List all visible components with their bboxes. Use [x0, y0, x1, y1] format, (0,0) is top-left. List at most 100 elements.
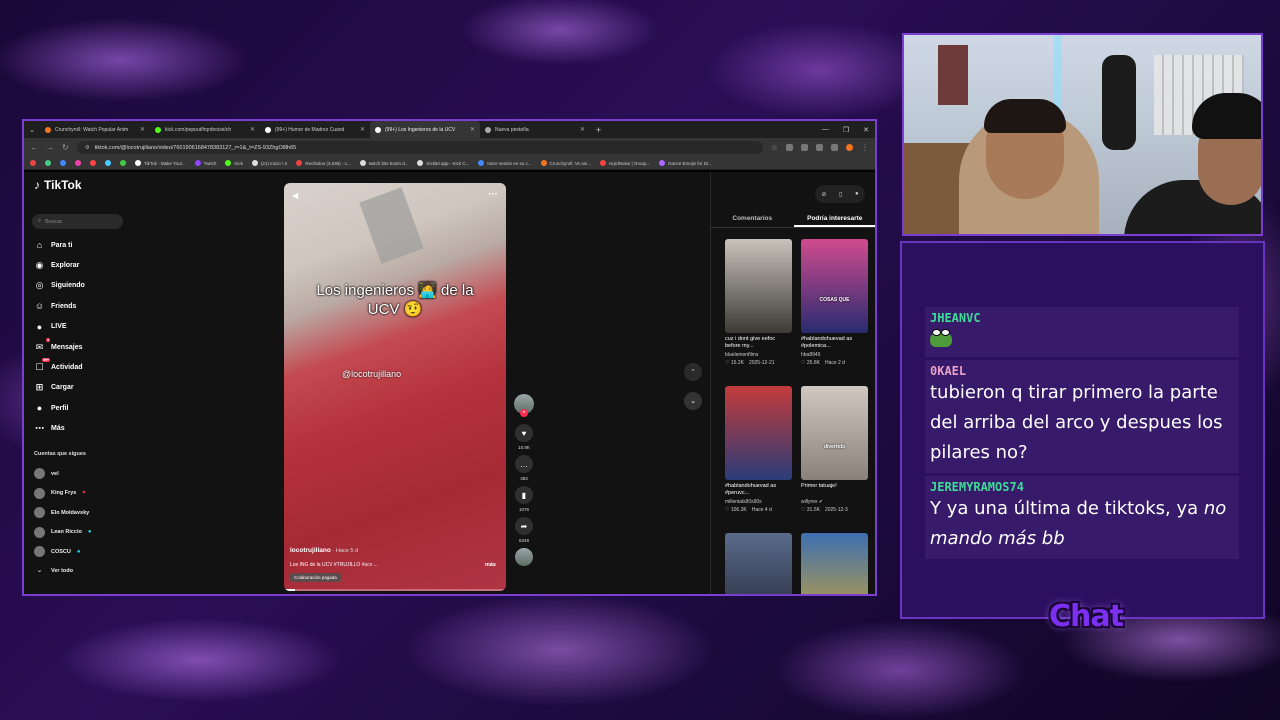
sound-disc-icon[interactable]	[515, 548, 533, 566]
reload-icon[interactable]: ↻	[62, 143, 69, 152]
video-thumbnail[interactable]: PARTIDA ÉPICA CON LEE SIN	[801, 533, 868, 594]
menu-item-more[interactable]: ⋯ Más	[34, 419, 85, 439]
menu-item-following[interactable]: ◎ Siguiendo	[34, 276, 85, 296]
video-thumbnail[interactable]	[725, 239, 792, 333]
card-title[interactable]: cuz i dont give eefoc before my...	[725, 336, 792, 350]
extension-icon[interactable]	[846, 144, 853, 151]
recommended-video-card[interactable]: PARTIDA ÉPICA CON LEE SIN	[801, 533, 868, 594]
video-thumbnail[interactable]: divertido	[801, 386, 868, 480]
extension-icon[interactable]	[831, 144, 838, 151]
mute-icon[interactable]: ◀	[292, 191, 298, 200]
recommended-video-card[interactable]: COSAS QUE #hablandohuevad as #polemica...…	[801, 239, 868, 366]
search-input[interactable]: ⌕ Buscar	[32, 214, 123, 229]
following-account[interactable]: Elo Moldavsky	[34, 503, 92, 523]
author-name[interactable]: locotrujillano	[290, 547, 331, 554]
card-author[interactable]: millenials80s90s	[725, 499, 792, 505]
bookmark-item[interactable]	[120, 160, 126, 166]
see-all-link[interactable]: ⌄ Ver todo	[34, 562, 92, 582]
video-author[interactable]: locotrujillano · Hace 5 d	[290, 547, 358, 554]
following-account[interactable]: Lean Riccio ●	[34, 523, 92, 543]
bookmark-item[interactable]	[60, 160, 66, 166]
close-tab-icon[interactable]: ✕	[250, 126, 255, 133]
bookmark-item[interactable]	[45, 160, 51, 166]
browser-tab[interactable]: kick.com/popout/hqrdnoise/ch ✕	[150, 121, 260, 138]
share-action[interactable]: ➦ 6348	[513, 517, 535, 543]
browser-tab[interactable]: (99+) Los Ingenieros de la UCV ✕	[370, 121, 480, 138]
following-account[interactable]: King Frys ♥	[34, 484, 92, 504]
maximize-icon[interactable]: ❐	[843, 126, 849, 134]
following-account[interactable]: vel	[34, 464, 92, 484]
recommended-video-card[interactable]: cuz i dont give eefoc before my... bluele…	[725, 239, 792, 366]
video-thumbnail[interactable]	[725, 386, 792, 480]
video-player[interactable]: ◀ ··· Los ingenieros 🧑‍💻 de la UCV 🤨 @lo…	[284, 183, 506, 591]
back-icon[interactable]: ←	[30, 143, 38, 152]
menu-item-upload[interactable]: ⊞ Cargar	[34, 378, 85, 398]
close-tab-icon[interactable]: ✕	[580, 126, 585, 133]
extension-icon[interactable]	[801, 144, 808, 151]
bookmark-item[interactable]: Kick	[225, 160, 243, 166]
sound-avatar[interactable]	[513, 548, 535, 566]
profile-avatar-icon[interactable]: ●	[855, 191, 859, 197]
card-title[interactable]: #hablandohuevad as #polemica...	[801, 336, 868, 350]
card-title[interactable]: #hablandohuevad as #peruvc...	[725, 483, 792, 497]
tiktok-logo[interactable]: ♪ TikTok	[34, 178, 82, 192]
next-video-icon[interactable]: ⌄	[684, 392, 702, 410]
bookmark-item[interactable]: Dance Emojis for Di...	[659, 160, 712, 166]
bookmark-item[interactable]: Inicie sesión en su c...	[478, 160, 532, 166]
share-icon[interactable]: ➦	[515, 517, 533, 535]
video-thumbnail[interactable]: COSAS QUE	[801, 239, 868, 333]
bookmark-item[interactable]: TikTok - Make Your...	[135, 160, 186, 166]
recommended-video-card[interactable]: #hablandohuevad as #peruvc... millenials8…	[725, 386, 792, 513]
bookmark-item[interactable]	[30, 160, 36, 166]
prev-video-icon[interactable]: ⌃	[684, 363, 702, 381]
menu-item-profile[interactable]: ● Perfil	[34, 398, 85, 418]
menu-dots-icon[interactable]: ⋮	[861, 143, 869, 152]
tab-search-icon[interactable]: ⌄	[24, 121, 40, 138]
recommended-video-card[interactable]	[725, 533, 792, 594]
card-author[interactable]: bluelemonfilms	[725, 352, 792, 358]
browser-tab[interactable]: Crunchyroll: Watch Popular Anim ✕	[40, 121, 150, 138]
creator-avatar[interactable]: +	[513, 394, 535, 417]
close-tab-icon[interactable]: ✕	[470, 126, 475, 133]
recommended-video-card[interactable]: divertido Primer tatuaje! willyrex ✔ ♡ 31.5…	[801, 386, 868, 513]
bookmark-item[interactable]: Crunchyroll: Ve ani...	[540, 160, 591, 166]
menu-item-friends[interactable]: ☺ Friends	[34, 296, 85, 316]
minimize-icon[interactable]: —	[822, 126, 829, 133]
close-tab-icon[interactable]: ✕	[140, 126, 145, 133]
menu-item-home[interactable]: ⌂ Para ti	[34, 235, 85, 255]
card-author[interactable]: hba8949	[801, 352, 868, 358]
description-more-link[interactable]: más	[485, 562, 496, 568]
like-action[interactable]: ♥ 10.8K	[513, 424, 535, 450]
menu-item-live[interactable]: ● LIVE	[34, 317, 85, 337]
following-account[interactable]: COSCU ●	[34, 542, 92, 562]
bookmark-icon[interactable]: ▮	[515, 486, 533, 504]
bookmark-item[interactable]	[75, 160, 81, 166]
video-thumbnail[interactable]	[725, 533, 792, 594]
tab-recommended[interactable]: Podría interesarte	[793, 212, 875, 227]
tab-comments[interactable]: Comentarios	[711, 212, 794, 227]
browser-tab[interactable]: (99+) Humor de Madrez Cuand ✕	[260, 121, 370, 138]
forward-icon[interactable]: →	[46, 143, 54, 152]
comment-icon[interactable]: …	[515, 455, 533, 473]
close-tab-icon[interactable]: ✕	[360, 126, 365, 133]
new-tab-button[interactable]: +	[590, 125, 607, 135]
extension-icon[interactable]	[816, 144, 823, 151]
bookmark-item[interactable]: twitch bits botón d...	[359, 160, 408, 166]
menu-item-messages[interactable]: ✉ 3 Mensajes	[34, 337, 85, 357]
browser-tab[interactable]: Nueva pestaña ✕	[480, 121, 590, 138]
site-info-icon[interactable]: ⚙	[85, 145, 90, 151]
save-action[interactable]: ▮ 1076	[513, 486, 535, 512]
bookmark-item[interactable]: Recibidos (3,638) - c...	[296, 160, 351, 166]
video-progress-bar[interactable]	[284, 589, 506, 591]
follow-plus-icon[interactable]: +	[520, 409, 528, 417]
bookmark-item[interactable]: Twitch	[194, 160, 216, 166]
bookmark-item[interactable]: HqrdNoise | Group...	[600, 160, 650, 166]
close-window-icon[interactable]: ✕	[863, 126, 869, 134]
comment-action[interactable]: … 483	[513, 455, 535, 481]
url-field[interactable]: ⚙ tiktok.com/@locotrujillano/video/76019…	[76, 141, 763, 154]
bookmark-item[interactable]: (21) Inicio / X	[251, 160, 287, 166]
bookmark-item[interactable]: Kicklet.app - Kick C...	[417, 160, 469, 166]
avatar[interactable]: +	[514, 394, 534, 417]
card-title[interactable]: Primer tatuaje!	[801, 483, 868, 497]
extension-icon[interactable]	[786, 144, 793, 151]
